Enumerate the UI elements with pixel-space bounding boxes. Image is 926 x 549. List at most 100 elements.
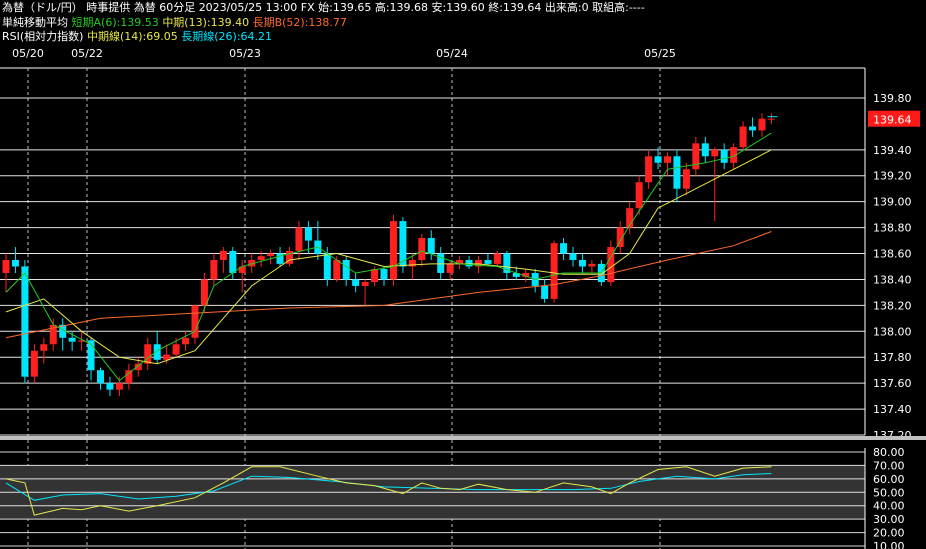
price-tick-label: 139.00 (873, 196, 912, 209)
candle (607, 240, 615, 286)
candle (578, 253, 586, 273)
candle-body (465, 260, 473, 267)
candle-body (427, 237, 435, 254)
rsi-tick-label: 20.00 (873, 527, 905, 540)
candle (437, 247, 445, 280)
price-tick-label: 138.60 (873, 248, 912, 261)
candle-body (267, 253, 275, 257)
candle-body (21, 266, 29, 377)
candle (30, 344, 38, 384)
candle (361, 279, 369, 306)
candle (352, 272, 360, 293)
date-label: 05/24 (436, 47, 468, 60)
candle (645, 149, 653, 189)
candle (106, 376, 114, 397)
current-price-label: 139.64 (873, 114, 912, 127)
candle (720, 143, 728, 170)
candle (767, 113, 775, 124)
candle (115, 376, 123, 397)
candle-body (380, 269, 388, 280)
rsi-tick-label: 10.00 (873, 540, 905, 549)
candle (125, 363, 133, 390)
chart-canvas[interactable]: 05/20 05/22 05/23 05/24 05/25 139.80139.4013… (0, 0, 926, 549)
candle (692, 136, 700, 176)
candle-body (97, 370, 104, 384)
candle-body (720, 149, 728, 163)
rsi-panel[interactable]: 80.0070.0060.0050.0040.0030.0020.0010.00 (0, 446, 905, 549)
date-label: 05/20 (12, 47, 44, 60)
price-tick-label: 139.40 (873, 144, 912, 157)
candle (418, 234, 426, 267)
candle (295, 221, 303, 260)
rsi-tick-label: 70.00 (873, 459, 905, 472)
candle-body (588, 263, 596, 267)
candle-body (182, 337, 190, 345)
price-panel[interactable]: 139.80 139.40 139.20 139.00 138.80 138.60 138.… (0, 68, 926, 442)
candle-body (125, 370, 133, 384)
candle-body (739, 126, 747, 148)
candle-body (238, 266, 246, 273)
candle (59, 318, 67, 351)
candle (144, 337, 152, 371)
candle-body (578, 260, 586, 267)
candle-body (758, 118, 766, 131)
price-tick-label: 138.80 (873, 222, 912, 235)
candle (588, 260, 596, 273)
candle-body (664, 156, 671, 163)
candle-body (550, 243, 558, 299)
candle-body (2, 260, 10, 273)
candle (560, 237, 568, 260)
candle-body (361, 282, 369, 286)
price-tick-label: 139.80 (873, 92, 912, 105)
candle (503, 250, 511, 280)
candle (389, 214, 397, 286)
candle (2, 253, 10, 293)
candle (569, 247, 577, 267)
candle-body (446, 263, 454, 273)
candle-body (295, 227, 303, 251)
candle-body (711, 149, 719, 157)
candle-body (749, 126, 757, 131)
candle (200, 272, 208, 312)
candle (210, 253, 218, 286)
candle (531, 269, 539, 293)
candle (465, 256, 473, 270)
candle (541, 279, 549, 303)
candle (342, 256, 350, 286)
candle (314, 221, 322, 260)
candle-body (569, 253, 577, 260)
candle-body (144, 344, 152, 364)
candle (219, 247, 227, 273)
candle-body (560, 243, 568, 254)
candle-body (389, 221, 397, 280)
date-label: 05/22 (71, 47, 103, 60)
candle (286, 247, 293, 267)
candle (446, 260, 454, 280)
candle-body (163, 354, 171, 360)
candle-body (30, 350, 38, 377)
price-tick-label: 138.20 (873, 299, 912, 312)
candle-body (767, 118, 775, 120)
rsi-tick-label: 50.00 (873, 486, 905, 499)
candle-body (304, 227, 312, 241)
rsi-tick-label: 30.00 (873, 513, 905, 526)
candle (97, 367, 104, 390)
candle-body (673, 156, 681, 189)
candle (701, 136, 709, 163)
candle (182, 331, 190, 351)
candle (153, 331, 161, 364)
candle (323, 247, 331, 286)
price-tick-label: 138.40 (873, 273, 912, 286)
ma-long-line (5, 231, 772, 339)
date-label: 05/23 (229, 47, 261, 60)
rsi-tick-label: 40.00 (873, 500, 905, 513)
candle (49, 318, 57, 351)
candle-body (323, 253, 331, 280)
candle-body (219, 250, 227, 260)
candle-body (701, 143, 709, 157)
candle (673, 149, 681, 202)
ma-short-line (5, 132, 772, 382)
candle-body (106, 383, 114, 390)
candle-body (493, 253, 501, 264)
candle-body (352, 279, 360, 286)
